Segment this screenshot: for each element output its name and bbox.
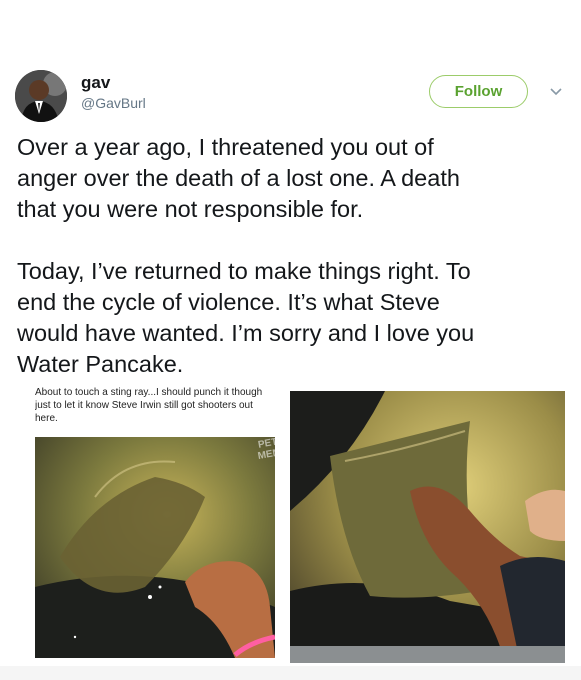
- meme-image[interactable]: About to touch a sting ray...I should pu…: [35, 382, 275, 658]
- bottom-edge: [0, 666, 581, 680]
- author-name[interactable]: gav: [81, 73, 110, 93]
- stingray-photo-left: [35, 437, 275, 658]
- tweet-text: Over a year ago, I threatened you out of…: [17, 134, 475, 377]
- avatar-photo: [15, 70, 67, 122]
- meme-caption: About to touch a sting ray...I should pu…: [35, 387, 263, 424]
- avatar[interactable]: [15, 70, 67, 122]
- follow-button[interactable]: Follow: [429, 75, 528, 108]
- author-handle[interactable]: @GavBurl: [81, 95, 146, 111]
- stingray-photo-right[interactable]: [290, 391, 565, 663]
- chevron-down-icon[interactable]: [548, 84, 564, 100]
